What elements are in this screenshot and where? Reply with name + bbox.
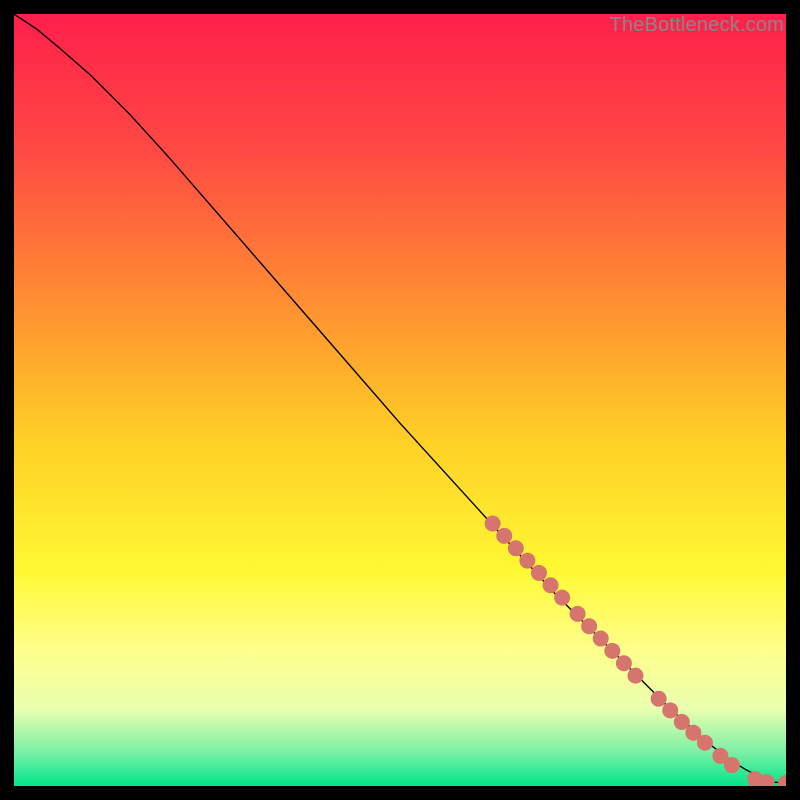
chart-frame: TheBottleneck.com: [14, 14, 786, 786]
data-marker: [627, 668, 643, 684]
data-marker: [662, 702, 678, 718]
data-marker: [593, 631, 609, 647]
data-marker: [543, 577, 559, 593]
data-marker: [697, 735, 713, 751]
data-marker: [508, 540, 524, 556]
data-marker: [519, 553, 535, 569]
data-marker: [496, 528, 512, 544]
data-marker: [570, 606, 586, 622]
data-marker: [485, 516, 501, 532]
data-marker: [531, 565, 547, 581]
data-marker: [724, 757, 740, 773]
data-marker: [604, 643, 620, 659]
data-marker: [554, 590, 570, 606]
chart-canvas: [14, 14, 786, 786]
gradient-background: [14, 14, 786, 786]
data-marker: [581, 618, 597, 634]
watermark-text: TheBottleneck.com: [609, 14, 784, 37]
data-marker: [616, 655, 632, 671]
data-marker: [651, 691, 667, 707]
